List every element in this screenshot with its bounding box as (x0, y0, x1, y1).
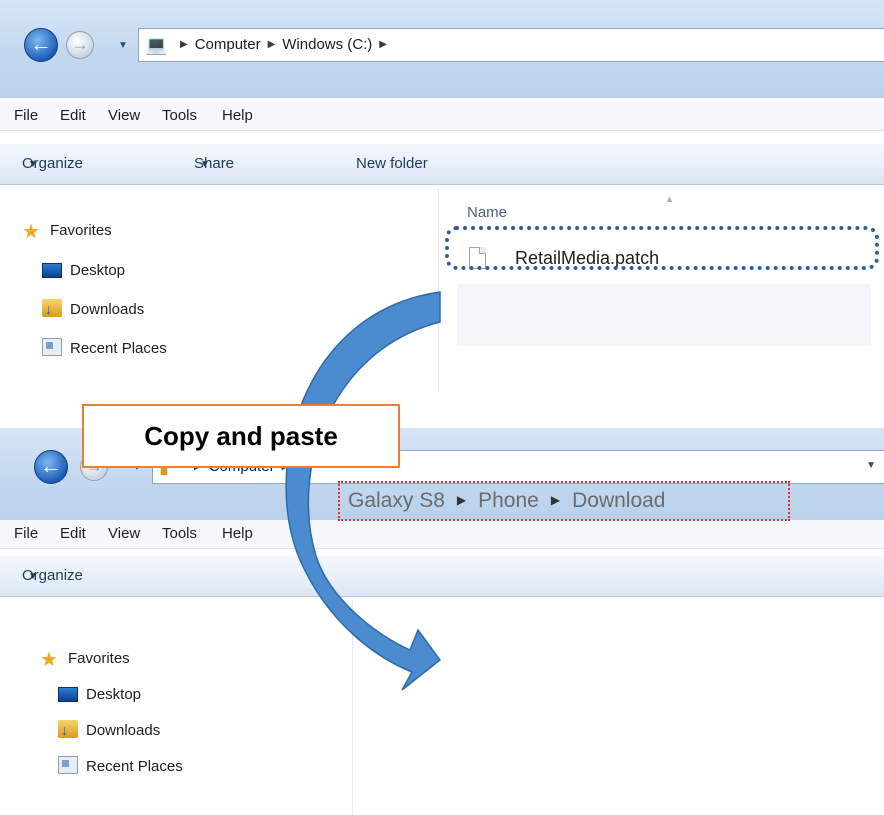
copy-paste-callout: Copy and paste (82, 404, 400, 468)
curved-arrow-body (285, 291, 442, 691)
